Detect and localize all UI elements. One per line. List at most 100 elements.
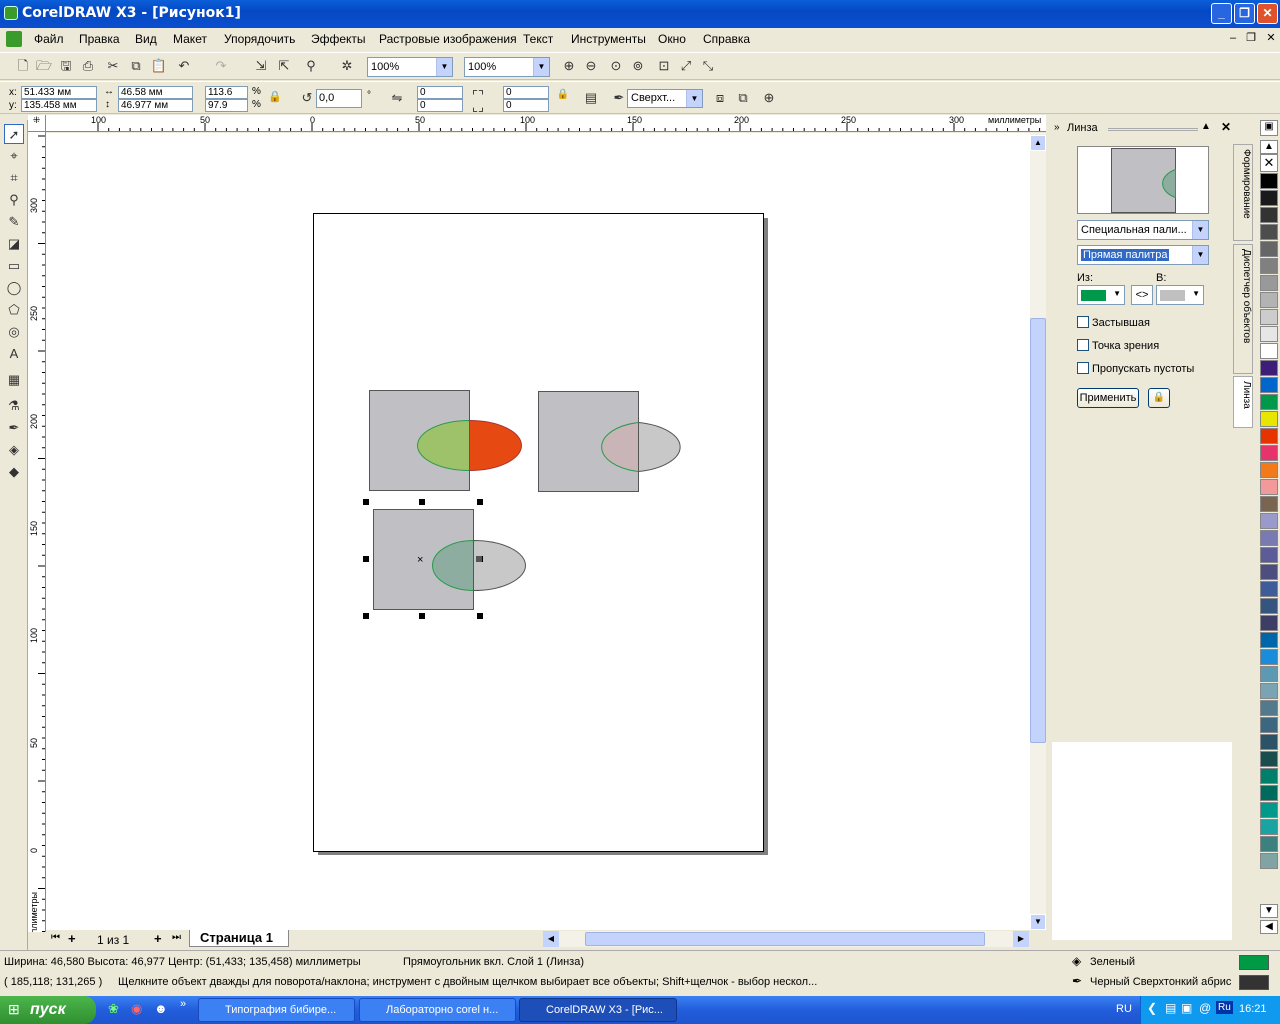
- add-page-after-button[interactable]: +: [154, 931, 162, 946]
- palette-swatch[interactable]: [1260, 394, 1278, 410]
- chevron-down-icon[interactable]: ▼: [436, 58, 452, 76]
- drawing-canvas[interactable]: ×: [46, 133, 1030, 930]
- scroll-up-button[interactable]: ▲: [1030, 135, 1046, 151]
- corner-1-field[interactable]: 0: [417, 86, 463, 99]
- width-field[interactable]: 46.58 мм: [118, 86, 193, 99]
- outline-tool-icon[interactable]: ✒: [4, 418, 24, 438]
- scale-x-field[interactable]: 113.6: [205, 86, 248, 99]
- palette-swatch[interactable]: [1260, 411, 1278, 427]
- palette-swatch[interactable]: [1260, 207, 1278, 223]
- palette-swatch[interactable]: [1260, 717, 1278, 733]
- menu-effects[interactable]: Эффекты: [311, 32, 366, 46]
- close-button[interactable]: ✕: [1257, 3, 1278, 24]
- palette-swatch[interactable]: [1260, 632, 1278, 648]
- undo-icon[interactable]: ↶: [175, 57, 193, 75]
- palette-swatch[interactable]: [1260, 428, 1278, 444]
- basic-shapes-tool-icon[interactable]: ◎: [4, 322, 24, 342]
- palette-swatch[interactable]: [1260, 258, 1278, 274]
- docker-collapse-icon[interactable]: ▲: [1201, 121, 1211, 132]
- palette-swatch[interactable]: [1260, 751, 1278, 767]
- palette-swatch[interactable]: [1260, 479, 1278, 495]
- ellipse-tool-icon[interactable]: ◯: [4, 278, 24, 298]
- palette-swatch[interactable]: [1260, 615, 1278, 631]
- palette-swatch[interactable]: [1260, 224, 1278, 240]
- scale-y-field[interactable]: 97.9: [205, 99, 248, 112]
- wrap-text-icon[interactable]: ▤: [582, 89, 600, 107]
- palette-swatch[interactable]: [1260, 836, 1278, 852]
- docker-expand-icon[interactable]: »: [1054, 122, 1060, 133]
- palette-swatch[interactable]: [1260, 734, 1278, 750]
- scroll-left-button[interactable]: ◀: [543, 931, 559, 947]
- corner-2-field[interactable]: 0: [417, 99, 463, 112]
- palette-swatch[interactable]: [1260, 649, 1278, 665]
- scroll-thumb[interactable]: [1030, 318, 1046, 743]
- outline-pen-icon[interactable]: ✒: [610, 89, 628, 107]
- save-icon[interactable]: 🖫: [57, 57, 75, 75]
- zoom-height-icon[interactable]: ⤡: [699, 57, 717, 75]
- task-lab[interactable]: Лабораторно corel н...: [359, 998, 516, 1022]
- zoom-out-icon[interactable]: ⊖: [582, 57, 600, 75]
- ruler-origin[interactable]: ⁜: [28, 115, 46, 132]
- interactive-fill-tool-icon[interactable]: ◆: [4, 462, 24, 482]
- outline-color-swatch[interactable]: [1239, 975, 1269, 990]
- rotate-icon[interactable]: ↺: [298, 89, 316, 107]
- palette-swatch[interactable]: [1260, 802, 1278, 818]
- launcher-icon[interactable]: ⚲: [302, 57, 320, 75]
- crop-tool-icon[interactable]: ⌗: [4, 168, 24, 188]
- tab-object-manager[interactable]: Диспетчер объектов: [1233, 244, 1253, 374]
- corner-3-field[interactable]: 0: [503, 86, 549, 99]
- redo-icon[interactable]: ↷: [212, 57, 230, 75]
- palette-swatch[interactable]: [1260, 173, 1278, 189]
- polygon-tool-icon[interactable]: ⬠: [4, 300, 24, 320]
- freehand-tool-icon[interactable]: ✎: [4, 212, 24, 232]
- docker-close-icon[interactable]: ✕: [1221, 120, 1231, 134]
- tab-lens[interactable]: Линза: [1233, 376, 1253, 428]
- palette-swatch[interactable]: [1260, 326, 1278, 342]
- copy-icon[interactable]: ⧉: [127, 57, 145, 75]
- doc-icon[interactable]: [6, 31, 22, 47]
- palette-down-icon[interactable]: ▼: [1260, 904, 1278, 918]
- opera-icon[interactable]: ◉: [131, 1001, 142, 1017]
- palette-swatch[interactable]: [1260, 241, 1278, 257]
- lens-type-combo[interactable]: Специальная пали... ▼: [1077, 220, 1209, 240]
- palette-swatch[interactable]: [1260, 309, 1278, 325]
- menu-bitmaps[interactable]: Растровые изображения: [379, 32, 517, 46]
- scroll-right-button[interactable]: ▶: [1013, 931, 1029, 947]
- menu-help[interactable]: Справка: [703, 32, 750, 46]
- mdi-restore-button[interactable]: ❐: [1244, 32, 1258, 45]
- task-coreldraw[interactable]: CorelDRAW X3 - [Рис...: [519, 998, 677, 1022]
- y-position-field[interactable]: 135.458 мм: [21, 99, 97, 112]
- mirror-h-icon[interactable]: ⇋: [388, 89, 406, 107]
- outline-width-combo[interactable]: Сверхт... ▼: [627, 89, 703, 108]
- menu-window[interactable]: Окно: [658, 32, 686, 46]
- chevron-down-icon[interactable]: ▼: [1192, 221, 1208, 239]
- network-icon[interactable]: ▣: [1181, 1001, 1192, 1015]
- apply-button[interactable]: Применить: [1077, 388, 1139, 408]
- task-typography[interactable]: Типография бибире...: [198, 998, 355, 1022]
- palette-swatch[interactable]: [1260, 377, 1278, 393]
- print-icon[interactable]: ⎙: [79, 57, 97, 75]
- title-bar[interactable]: CorelDRAW X3 - [Рисунок1] _ ❐ ✕: [0, 0, 1280, 28]
- zoom-level-combo[interactable]: 100% ▼: [367, 57, 453, 77]
- language-indicator[interactable]: Ru: [1216, 1001, 1233, 1014]
- menu-tools[interactable]: Инструменты: [571, 32, 646, 46]
- zoom-selected-icon[interactable]: ⊙: [607, 57, 625, 75]
- lock-ratio-icon[interactable]: 🔒: [266, 88, 284, 106]
- palette-up-icon[interactable]: ▲: [1260, 140, 1278, 154]
- palette-swatch[interactable]: [1260, 275, 1278, 291]
- lock-icon[interactable]: 🔒: [1148, 388, 1170, 408]
- x-position-field[interactable]: 51.433 мм: [21, 86, 97, 99]
- corel-online-icon[interactable]: ✲: [338, 57, 356, 75]
- paste-icon[interactable]: 📋: [150, 57, 168, 75]
- no-color-swatch[interactable]: ✕: [1260, 154, 1278, 172]
- palette-swatch[interactable]: [1260, 547, 1278, 563]
- vertical-scrollbar[interactable]: ▲ ▼: [1030, 133, 1046, 930]
- palette-swatch[interactable]: [1260, 564, 1278, 580]
- eyedropper-tool-icon[interactable]: ⚗: [4, 396, 24, 416]
- messenger-icon[interactable]: ☻: [154, 1001, 168, 1016]
- swap-colors-button[interactable]: <>: [1131, 285, 1153, 305]
- rectangle-tool-icon[interactable]: ▭: [4, 256, 24, 276]
- palette-expand-icon[interactable]: ◀: [1260, 920, 1278, 934]
- palette-swatch[interactable]: [1260, 462, 1278, 478]
- input-language[interactable]: RU: [1116, 1003, 1132, 1015]
